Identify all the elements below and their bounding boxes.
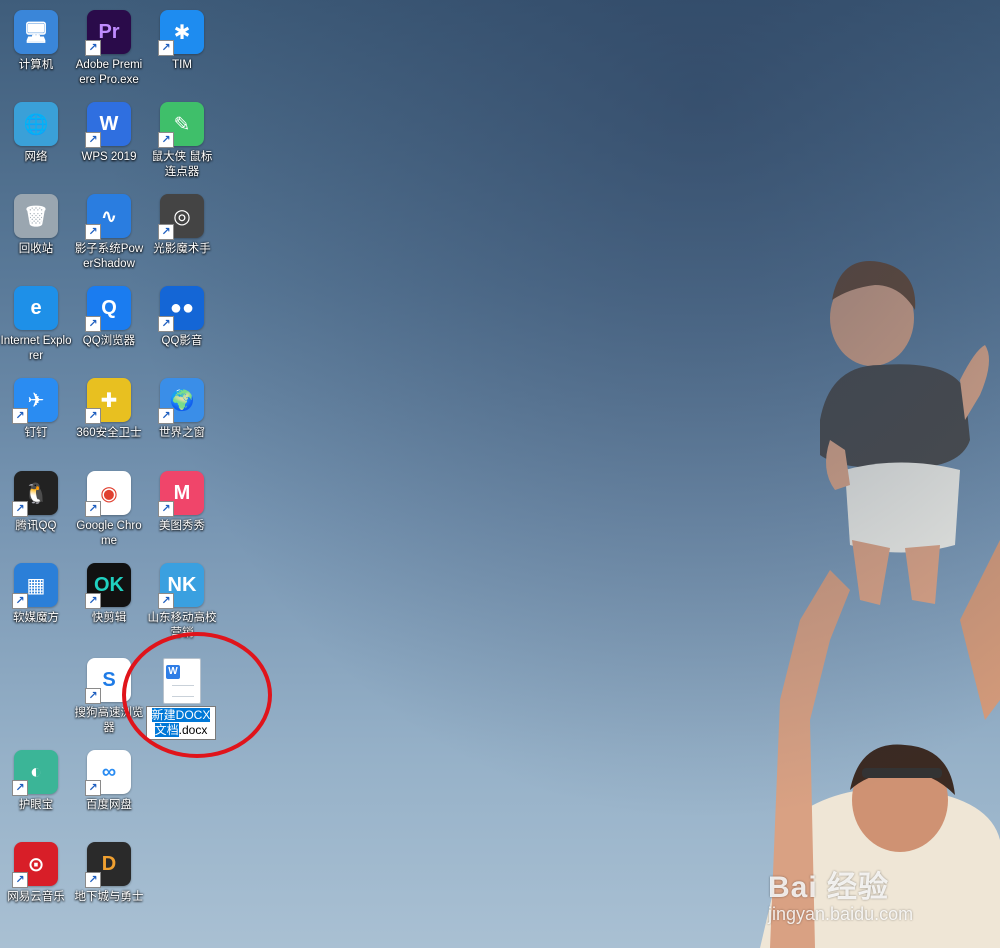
desktop-icon-label: 钉钉	[24, 427, 48, 439]
shortcut-arrow-icon: ↗	[85, 40, 101, 56]
shortcut-arrow-icon: ↗	[12, 780, 28, 796]
desktop-icon[interactable]: ●● ↗ QQ影音	[146, 278, 218, 370]
desktop-icon-label: Adobe Premiere Pro.exe	[75, 59, 143, 86]
desktop-icon[interactable]: Pr ↗ Adobe Premiere Pro.exe	[73, 2, 145, 94]
desktop-icon[interactable]: ∞ ↗ 百度网盘	[73, 742, 145, 834]
desktop-icon-label: 网易云音乐	[7, 891, 65, 903]
shortcut-arrow-icon: ↗	[12, 593, 28, 609]
desktop-icon-label: TIM	[172, 59, 192, 71]
desktop-icon-label: 软媒魔方	[13, 612, 59, 624]
desktop-icon[interactable]: ⊙ ↗ 网易云音乐	[0, 834, 72, 926]
desktop-icon-label: 美图秀秀	[159, 520, 205, 532]
shortcut-arrow-icon: ↗	[158, 132, 174, 148]
desktop-icon[interactable]: 🖥 计算机	[0, 2, 72, 94]
app-icon: 🖥	[14, 10, 58, 54]
desktop-icon-label: 快剪辑	[91, 612, 127, 624]
desktop-icon[interactable]: ◐ ↗ 护眼宝	[0, 742, 72, 834]
desktop-icon[interactable]: M ↗ 美图秀秀	[146, 463, 218, 555]
shortcut-arrow-icon: ↗	[85, 224, 101, 240]
baby-figure	[820, 261, 989, 605]
desktop-icon[interactable]: ▦ ↗ 软媒魔方	[0, 555, 72, 647]
desktop-icon-label: 光影魔术手	[153, 243, 211, 255]
desktop-icon-label: 360安全卫士	[76, 427, 142, 439]
desktop-icon[interactable]: 🐧 ↗ 腾讯QQ	[0, 463, 72, 555]
watermark-logo: Bai 经验	[768, 871, 890, 904]
desktop-icon-label: WPS 2019	[81, 151, 137, 163]
desktop-icon[interactable]: 🌐 网络	[0, 94, 72, 186]
desktop-icon[interactable]: ∿ ↗ 影子系统PowerShadow	[73, 186, 145, 278]
desktop-icon-label: 世界之窗	[159, 427, 205, 439]
app-icon: e	[14, 286, 58, 330]
shortcut-arrow-icon: ↗	[12, 408, 28, 424]
desktop-icon-label: 回收站	[18, 243, 54, 255]
desktop-icon[interactable]: D ↗ 地下城与勇士	[73, 834, 145, 926]
app-icon: 🌐	[14, 102, 58, 146]
shortcut-arrow-icon: ↗	[158, 224, 174, 240]
desktop-icon[interactable]: ✚ ↗ 360安全卫士	[73, 370, 145, 462]
shortcut-arrow-icon: ↗	[158, 40, 174, 56]
desktop-icon[interactable]: 🗑 回收站	[0, 186, 72, 278]
desktop-icon[interactable]: Q ↗ QQ浏览器	[73, 278, 145, 370]
desktop-icon-label: Internet Explorer	[0, 335, 72, 362]
desktop-icon-label: QQ浏览器	[82, 335, 136, 347]
shortcut-arrow-icon: ↗	[85, 501, 101, 517]
shortcut-arrow-icon: ↗	[158, 501, 174, 517]
shortcut-arrow-icon: ↗	[158, 316, 174, 332]
watermark-url: jingyan.baidu.com	[768, 904, 914, 924]
shortcut-arrow-icon: ↗	[85, 132, 101, 148]
desktop-icon-label: 腾讯QQ	[15, 520, 57, 532]
red-highlight-circle	[122, 632, 272, 758]
shortcut-arrow-icon: ↗	[12, 501, 28, 517]
desktop-icon-label: Google Chrome	[76, 520, 142, 547]
desktop-icon[interactable]: 🌍 ↗ 世界之窗	[146, 370, 218, 462]
desktop-icon-label: 地下城与勇士	[74, 891, 144, 903]
desktop-icon-label: 护眼宝	[18, 799, 54, 811]
desktop-icon[interactable]: ◉ ↗ Google Chrome	[73, 463, 145, 555]
shortcut-arrow-icon: ↗	[85, 688, 101, 704]
desktop-icon-label: 计算机	[18, 59, 54, 71]
desktop-icon[interactable]: ✈ ↗ 钉钉	[0, 370, 72, 462]
app-icon: 🗑	[14, 194, 58, 238]
shortcut-arrow-icon: ↗	[85, 316, 101, 332]
desktop-icon[interactable]: e Internet Explorer	[0, 278, 72, 370]
desktop-icon[interactable]: ✎ ↗ 鼠大侠 鼠标连点器	[146, 94, 218, 186]
shortcut-arrow-icon: ↗	[85, 408, 101, 424]
shortcut-arrow-icon: ↗	[158, 408, 174, 424]
shortcut-arrow-icon: ↗	[85, 593, 101, 609]
desktop-icon-label: 影子系统PowerShadow	[74, 243, 144, 270]
desktop-icon-label: QQ影音	[161, 335, 203, 347]
desktop-icon[interactable]: ◎ ↗ 光影魔术手	[146, 186, 218, 278]
desktop-icon-label: 网络	[24, 151, 48, 163]
shortcut-arrow-icon: ↗	[12, 872, 28, 888]
desktop-icon[interactable]: ✱ ↗ TIM	[146, 2, 218, 94]
desktop-icon[interactable]: W ↗ WPS 2019	[73, 94, 145, 186]
desktop-icon[interactable]: OK ↗ 快剪辑	[73, 555, 145, 647]
shortcut-arrow-icon: ↗	[158, 593, 174, 609]
desktop[interactable]: 🖥 计算机 Pr ↗ Adobe Premiere Pro.exe ✱ ↗ TIM 🌐 网络 W ↗ W…	[0, 0, 1000, 948]
shortcut-arrow-icon: ↗	[85, 872, 101, 888]
desktop-icon-label: 鼠大侠 鼠标连点器	[151, 151, 213, 178]
desktop-icon-label: 百度网盘	[86, 799, 132, 811]
shortcut-arrow-icon: ↗	[85, 780, 101, 796]
baidu-jingyan-watermark: Bai 经验 jingyan.baidu.com	[768, 862, 913, 925]
